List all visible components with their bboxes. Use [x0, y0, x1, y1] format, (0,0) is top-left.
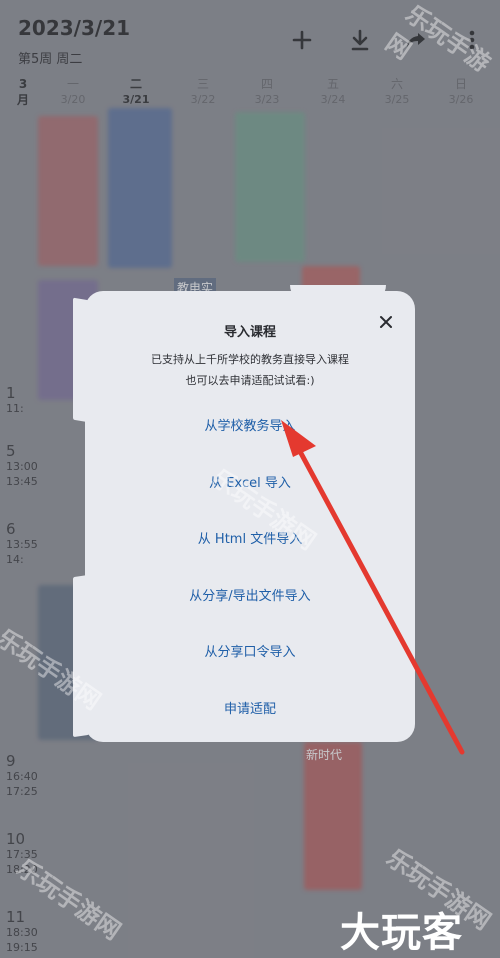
import-from-html-button[interactable]: 从 Html 文件导入: [125, 528, 375, 547]
dialog-description: 也可以去申请适配试试看:): [185, 374, 315, 387]
brand-logo: 大玩客: [340, 909, 463, 956]
dialog-description: 已支持从上千所学校的教务直接导入课程: [151, 353, 349, 366]
app-screen: 2023/3/21 第5周 周二 3月 一 3/20 二 3/21 三 3/22 四 3/23…: [0, 0, 500, 958]
import-from-school-button[interactable]: 从学校教务导入: [125, 415, 375, 434]
import-from-share-code-button[interactable]: 从分享口令导入: [125, 641, 375, 660]
dialog-title: 导入课程: [223, 325, 276, 340]
close-icon[interactable]: [375, 311, 397, 333]
apply-adaptation-button[interactable]: 申请适配: [125, 698, 375, 717]
import-from-share-file-button[interactable]: 从分享/导出文件导入: [125, 585, 375, 604]
dialog-tab: [290, 285, 386, 303]
